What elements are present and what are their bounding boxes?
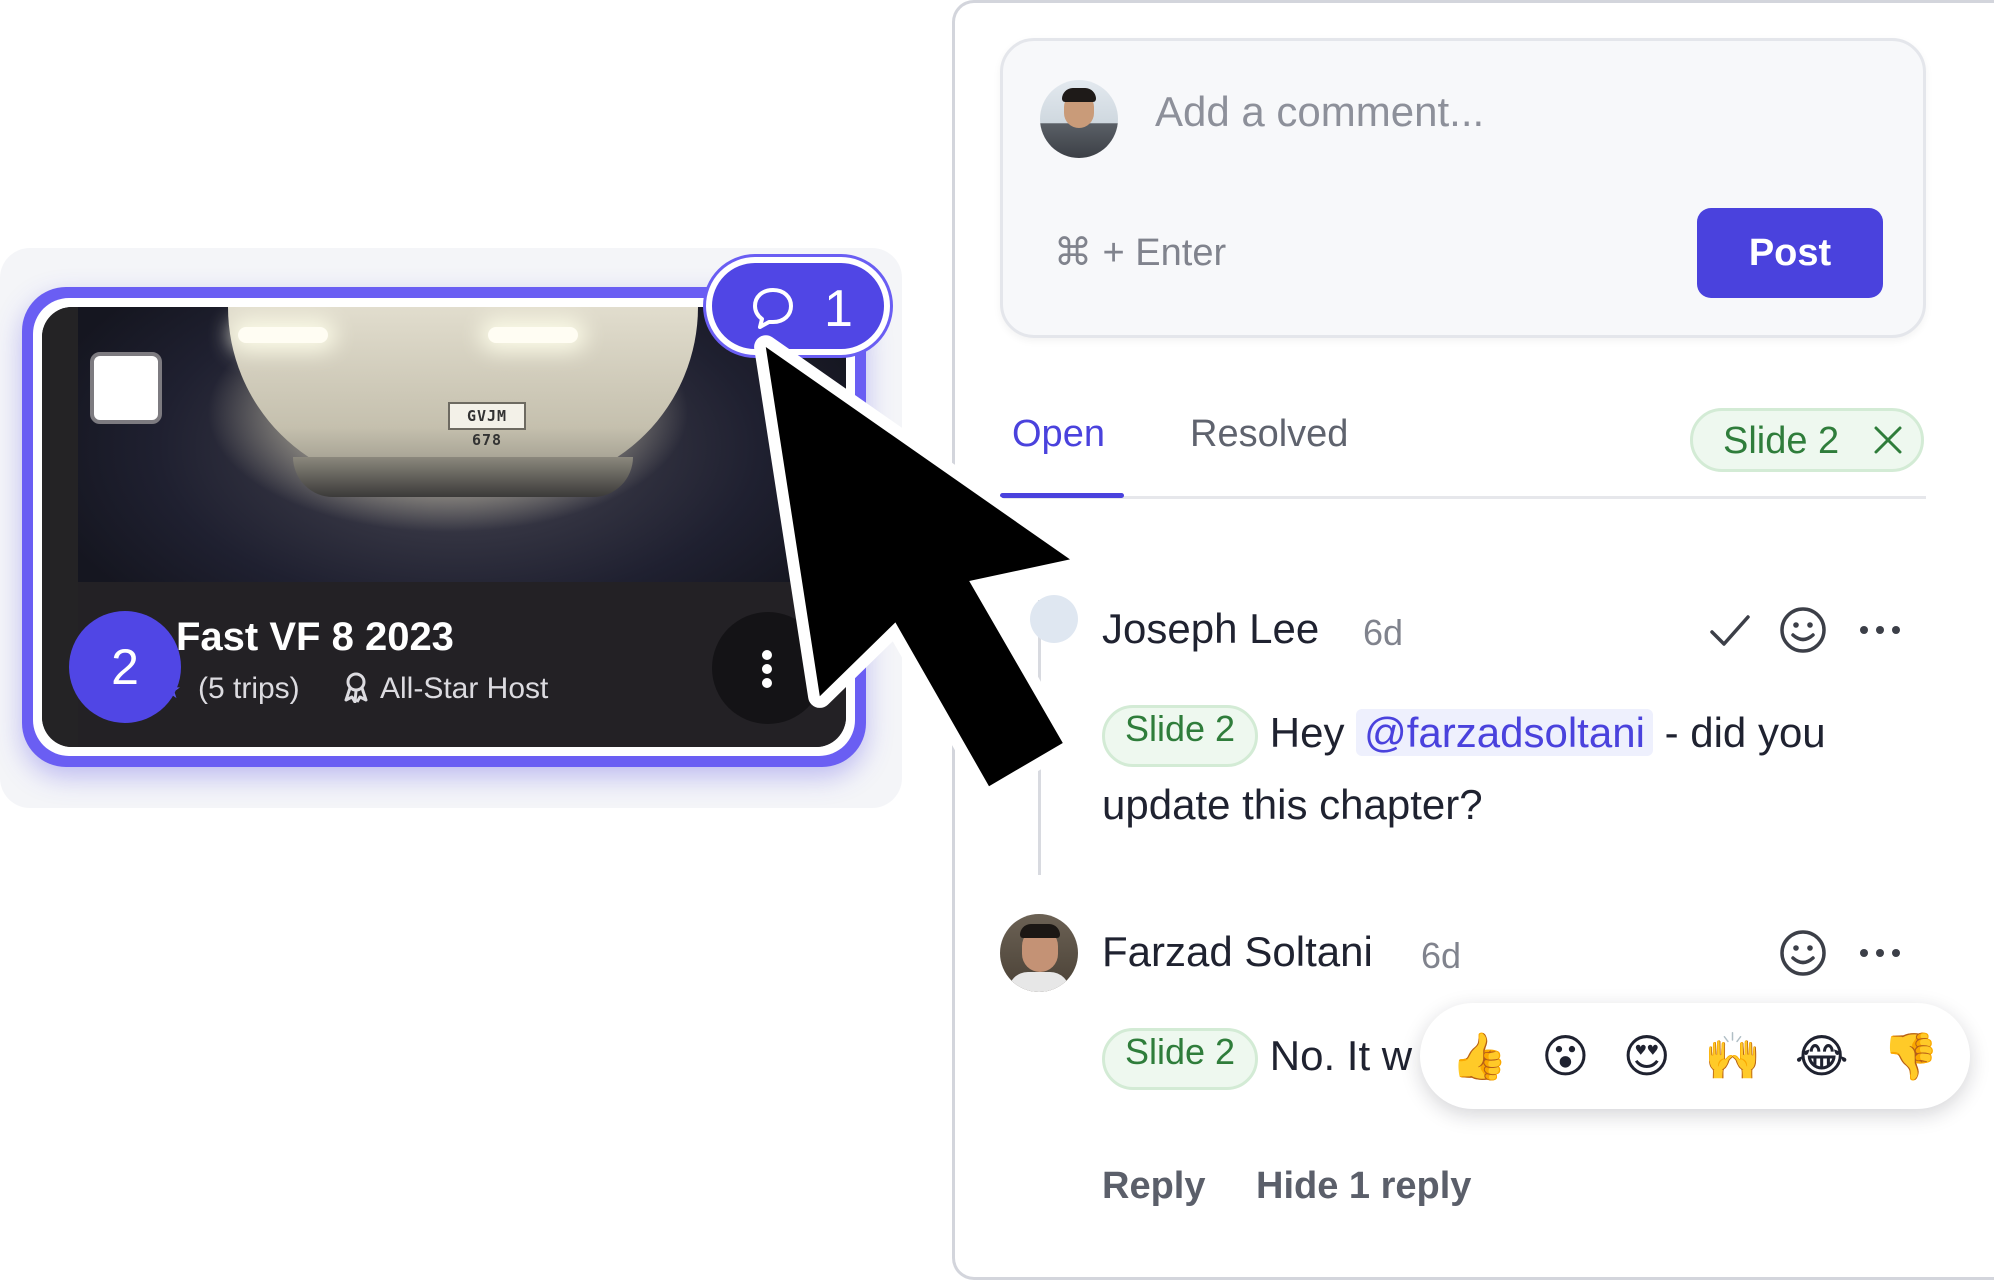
slide-title: Fast VF 8 2023 (176, 615, 454, 659)
emoji-icon[interactable] (1775, 602, 1831, 658)
post-button[interactable]: Post (1697, 208, 1883, 298)
check-icon[interactable] (1702, 603, 1758, 659)
hide-replies-button[interactable]: Hide 1 reply (1256, 1165, 1471, 1208)
user-mention[interactable]: @farzadsoltani (1356, 709, 1653, 756)
headlight (238, 327, 328, 343)
slide-number-badge: 2 (69, 611, 181, 723)
comment-input[interactable] (1155, 82, 1855, 142)
host-badge-icon (344, 672, 368, 703)
thumbs-down-reaction[interactable]: 👎 (1882, 1029, 1939, 1084)
comment-body: Slide 2 Hey @farzadsoltani - did you upd… (1102, 697, 1922, 841)
avatar (1000, 914, 1078, 992)
trips-count: (5 trips) (198, 672, 300, 705)
host-badge-label: All-Star Host (380, 672, 549, 705)
submit-shortcut-hint: ⌘ + Enter (1054, 232, 1227, 274)
current-user-avatar (1040, 80, 1118, 158)
slide-filter-chip: Slide 2 (1690, 408, 1924, 472)
select-checkbox[interactable] (90, 352, 162, 424)
reply-button[interactable]: Reply (1102, 1165, 1205, 1208)
laughing-reaction[interactable]: 😂 (1795, 1029, 1849, 1083)
more-icon[interactable] (1852, 925, 1908, 981)
thumbs-up-reaction[interactable]: 👍 (1451, 1029, 1508, 1084)
reaction-picker: 👍 😮 😍 🙌 😂 👎 (1420, 1003, 1970, 1109)
filter-chip-label: Slide 2 (1723, 420, 1840, 462)
comment-time: 6d (1421, 935, 1462, 976)
comment-author: Farzad Soltani (1102, 928, 1373, 975)
comment-time: 6d (1363, 612, 1404, 653)
more-icon[interactable] (1852, 602, 1908, 658)
heart-eyes-reaction[interactable]: 😍 (1623, 1029, 1671, 1083)
close-icon[interactable] (1871, 423, 1905, 457)
tab-resolved[interactable]: Resolved (1190, 413, 1348, 456)
car-bumper (293, 457, 633, 497)
slide-tag[interactable]: Slide 2 (1102, 1027, 1259, 1090)
comment-text: No. It w (1269, 1032, 1413, 1079)
license-plate: GVJM 678 (448, 402, 526, 449)
raised-hands-reaction[interactable]: 🙌 (1704, 1029, 1761, 1084)
headlight (488, 327, 578, 343)
surprised-reaction[interactable]: 😮 (1541, 1029, 1589, 1083)
emoji-icon[interactable] (1775, 925, 1831, 981)
mouse-cursor-icon (754, 335, 1082, 798)
comment-text: Hey (1269, 709, 1345, 756)
